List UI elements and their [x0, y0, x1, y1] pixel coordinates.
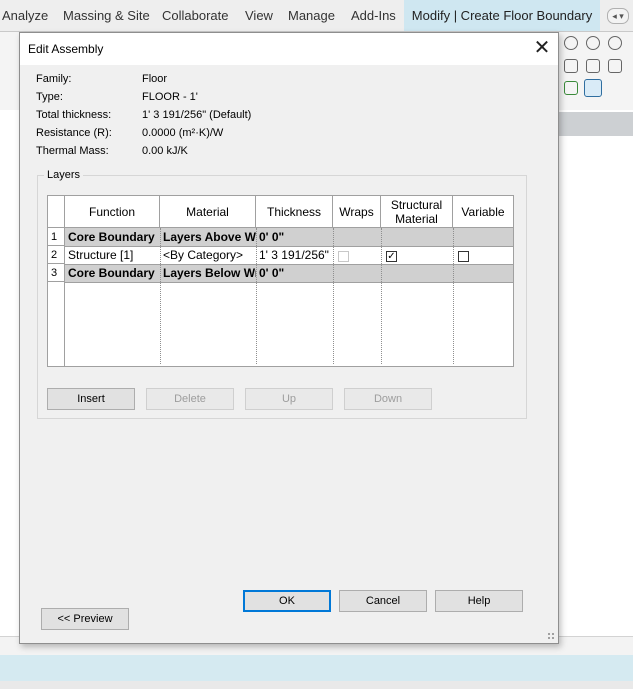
row-divider — [65, 282, 513, 283]
thermal-mass-label: Thermal Mass: — [36, 145, 109, 157]
type-value: FLOOR - 1' — [142, 91, 198, 103]
row1-thickness-cell[interactable]: 0' 0" — [256, 228, 333, 246]
row3-material-cell[interactable]: Layers Below Wr — [160, 264, 256, 282]
spline-icon[interactable] — [608, 59, 622, 73]
column-header-thickness[interactable]: Thickness — [256, 196, 333, 228]
row-number[interactable]: 3 — [48, 264, 65, 282]
up-button[interactable]: Up — [245, 388, 333, 410]
preview-button[interactable]: << Preview — [41, 608, 129, 630]
row1-function-cell[interactable]: Core Boundary — [65, 228, 160, 246]
fillet-arc-icon[interactable] — [586, 59, 600, 73]
arc-line-icon[interactable] — [564, 59, 578, 73]
row1-material-cell[interactable]: Layers Above W — [160, 228, 256, 246]
row-number[interactable]: 1 — [48, 228, 65, 246]
row-number[interactable]: 2 — [48, 246, 65, 264]
close-icon[interactable]: ✕ — [532, 38, 552, 59]
ribbon-toggle-icon[interactable]: ◂ ▾ — [607, 8, 629, 24]
column-header-wraps[interactable]: Wraps — [333, 196, 381, 228]
row2-material-cell[interactable]: <By Category> — [160, 246, 256, 264]
resistance-value: 0.0000 (m²·K)/W — [142, 127, 224, 139]
column-divider — [381, 228, 382, 364]
row-number-column-empty — [48, 282, 65, 366]
resistance-label: Resistance (R): — [36, 127, 112, 139]
column-header-function[interactable]: Function — [65, 196, 160, 228]
resize-grip-icon[interactable] — [547, 632, 555, 640]
total-thickness-value: 1' 3 191/256" (Default) — [142, 109, 252, 121]
column-header-variable[interactable]: Variable — [453, 196, 513, 228]
thermal-mass-value: 0.00 kJ/K — [142, 145, 188, 157]
ribbon-tab-modify-create-floor-boundary[interactable]: Modify | Create Floor Boundary — [404, 0, 600, 31]
ribbon-tab-massing-site[interactable]: Massing & Site — [63, 0, 150, 31]
pick-walls-icon[interactable] — [584, 79, 602, 97]
cancel-button[interactable]: Cancel — [339, 590, 427, 612]
edit-assembly-dialog: Edit Assembly ✕ Family: Floor Type: FLOO… — [19, 32, 559, 644]
ribbon-tab-collaborate[interactable]: Collaborate — [162, 0, 229, 31]
ribbon-tab-manage[interactable]: Manage — [288, 0, 335, 31]
status-bar — [0, 655, 633, 681]
row3-function-cell[interactable]: Core Boundary — [65, 264, 160, 282]
dialog-titlebar[interactable]: Edit Assembly ✕ — [20, 33, 558, 65]
family-value: Floor — [142, 73, 168, 85]
column-header-structural-material[interactable]: Structural Material — [381, 196, 453, 228]
row2-wraps-checkbox[interactable] — [338, 251, 349, 262]
ribbon-tab-view[interactable]: View — [245, 0, 273, 31]
row2-structural-material-checkbox[interactable]: ✓ — [386, 251, 397, 262]
column-divider — [333, 228, 334, 364]
delete-button[interactable]: Delete — [146, 388, 234, 410]
circle-tool-icon[interactable] — [564, 36, 578, 50]
row3-thickness-cell[interactable]: 0' 0" — [256, 264, 333, 282]
row2-thickness-cell[interactable]: 1' 3 191/256" — [256, 246, 333, 264]
row-header-corner — [48, 196, 65, 228]
layers-table: Function Material Thickness Wraps Struct… — [47, 195, 514, 367]
ok-button[interactable]: OK — [243, 590, 331, 612]
column-header-material[interactable]: Material — [160, 196, 256, 228]
row2-variable-checkbox[interactable] — [458, 251, 469, 262]
help-button[interactable]: Help — [435, 590, 523, 612]
arc-tool-icon[interactable] — [608, 36, 622, 50]
column-divider — [453, 228, 454, 364]
ribbon-tab-bar: Analyze Massing & Site Collaborate View … — [0, 0, 633, 32]
total-thickness-label: Total thickness: — [36, 109, 112, 121]
insert-button[interactable]: Insert — [47, 388, 135, 410]
polygon-tool-icon[interactable] — [586, 36, 600, 50]
bottom-edge — [0, 681, 633, 689]
type-label: Type: — [36, 91, 63, 103]
background-panel — [558, 112, 633, 136]
dialog-title: Edit Assembly — [28, 42, 104, 56]
family-label: Family: — [36, 73, 72, 85]
ribbon-tab-add-ins[interactable]: Add-Ins — [351, 0, 396, 31]
down-button[interactable]: Down — [344, 388, 432, 410]
pick-lines-icon[interactable] — [564, 81, 578, 95]
ribbon-tab-analyze[interactable]: Analyze — [2, 0, 48, 31]
row2-function-cell[interactable]: Structure [1] — [65, 246, 160, 264]
layers-group-title: Layers — [44, 169, 84, 181]
